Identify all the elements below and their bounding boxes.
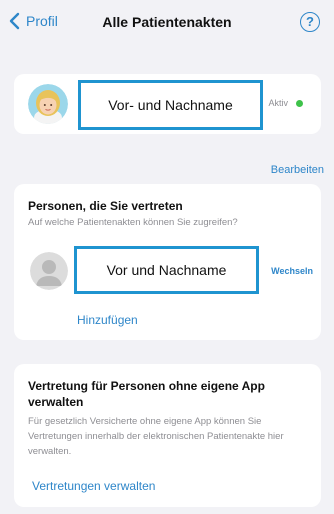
status-indicator: Aktiv bbox=[268, 98, 303, 108]
user-avatar-icon bbox=[28, 84, 68, 124]
user-placeholder-icon bbox=[30, 252, 68, 290]
edit-button[interactable]: Bearbeiten bbox=[271, 164, 324, 176]
switch-button[interactable]: Wechseln bbox=[271, 266, 313, 276]
section-title: Personen, die Sie vertreten bbox=[28, 199, 183, 213]
section-title: Vertretung für Personen ohne eigene App … bbox=[28, 379, 265, 409]
section-description: Für gesetzlich Versicherte ohne eigene A… bbox=[28, 416, 284, 457]
add-person-button[interactable]: Hinzufügen bbox=[77, 313, 138, 327]
avatar bbox=[28, 84, 68, 124]
own-record-card[interactable]: Vor- und Nachname Aktiv bbox=[14, 74, 321, 134]
page-title: Alle Patientenakten bbox=[102, 14, 232, 30]
help-icon[interactable]: ? bbox=[300, 12, 320, 32]
navigation-bar: Profil Alle Patientenakten ? bbox=[0, 0, 334, 44]
section-subtitle: Auf welche Patientenakten können Sie zug… bbox=[28, 217, 238, 228]
manage-representations-button[interactable]: Vertretungen verwalten bbox=[32, 479, 155, 493]
no-app-representation-card: Vertretung für Personen ohne eigene App … bbox=[14, 364, 321, 507]
status-label: Aktiv bbox=[268, 98, 288, 108]
name-field: Vor- und Nachname bbox=[78, 80, 263, 130]
represented-persons-card: Personen, die Sie vertreten Auf welche P… bbox=[14, 184, 321, 340]
represented-person-name: Vor und Nachname bbox=[74, 246, 259, 294]
avatar bbox=[30, 252, 68, 290]
status-dot-icon bbox=[296, 99, 303, 107]
